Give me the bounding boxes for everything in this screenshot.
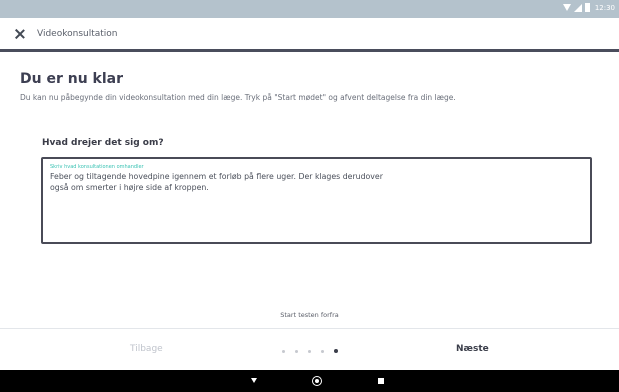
pager-dot — [321, 349, 324, 353]
question-label: Hvad drejer det sig om? — [42, 138, 164, 148]
bottom-navigation: Tilbage Næste — [0, 330, 619, 370]
app-bar-title: Videokonsultation — [37, 28, 118, 39]
page-title: Du er nu klar — [20, 71, 124, 87]
pager-dot-active — [334, 349, 338, 353]
pager-dot — [308, 349, 311, 353]
pager-dot — [282, 349, 285, 353]
field-value[interactable]: Feber og tiltagende hovedpine igennem et… — [50, 171, 583, 193]
restart-test-link[interactable]: Start testen forfra — [0, 311, 619, 319]
close-icon[interactable] — [15, 29, 25, 39]
page-description: Du kan nu påbegynde din videokonsultatio… — [20, 93, 456, 102]
app-bar: Videokonsultation — [0, 18, 619, 52]
battery-icon — [584, 3, 590, 12]
divider — [0, 328, 619, 329]
status-bar: 12:30 — [0, 0, 619, 18]
back-icon[interactable] — [251, 378, 257, 383]
back-button[interactable]: Tilbage — [130, 344, 163, 354]
status-icons: 12:30 — [562, 3, 615, 12]
home-icon[interactable] — [312, 376, 322, 386]
field-floating-label: Skriv hvad konsultationen omhandler — [50, 164, 144, 170]
status-time: 12:30 — [594, 3, 615, 12]
pager-dot — [295, 349, 298, 353]
pager-indicator — [282, 349, 338, 353]
next-button[interactable]: Næste — [456, 344, 489, 354]
signal-icon — [573, 3, 582, 12]
wifi-icon — [562, 4, 571, 11]
consultation-reason-field[interactable]: Skriv hvad konsultationen omhandler Febe… — [41, 157, 592, 244]
recents-icon[interactable] — [378, 378, 384, 384]
system-navigation-bar — [0, 370, 619, 392]
